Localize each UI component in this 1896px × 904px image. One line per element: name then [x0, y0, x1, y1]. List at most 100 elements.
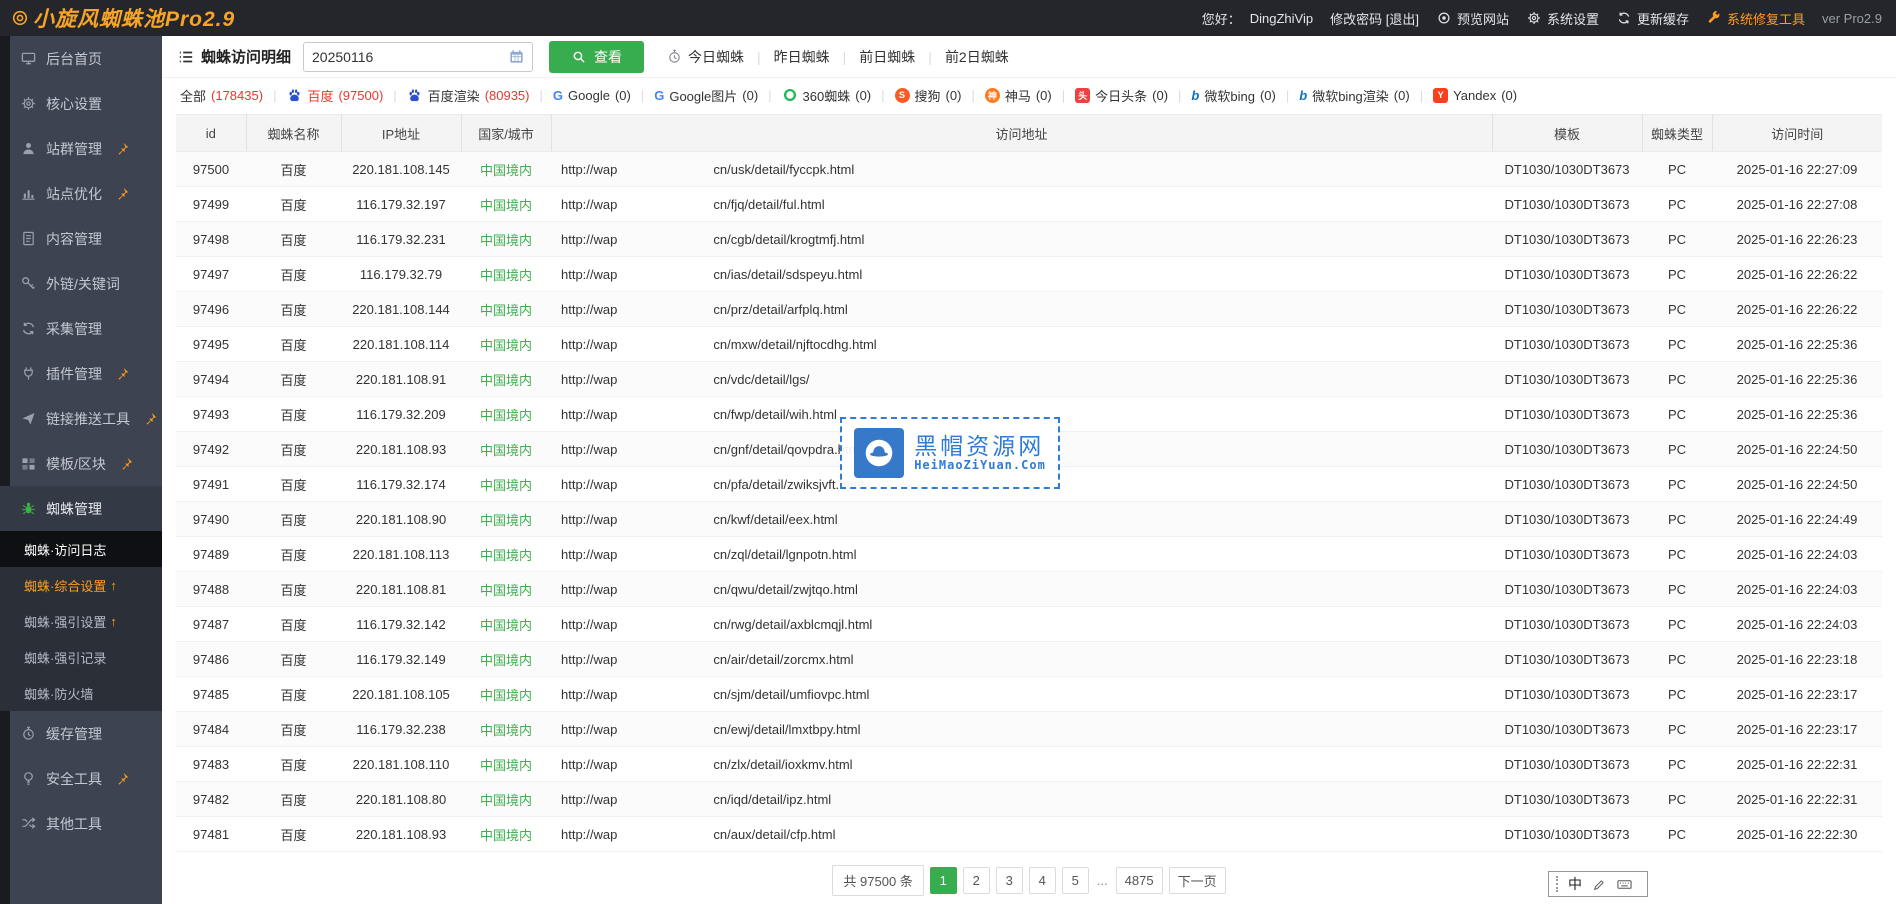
cell-region: 中国境内: [461, 257, 551, 292]
filter-tab-all[interactable]: 全部(178435): [180, 86, 263, 105]
sidebar-item-cache[interactable]: 缓存管理: [0, 711, 162, 756]
sidebar-item-link-push[interactable]: 链接推送工具: [0, 396, 162, 441]
cell-spider-name: 百度: [246, 537, 341, 572]
sidebar-item-core-settings[interactable]: 核心设置: [0, 81, 162, 126]
divider: |: [273, 88, 276, 103]
cell-spider-type: PC: [1642, 292, 1712, 327]
submenu-item-general-settings[interactable]: 蜘蛛·综合设置↑: [0, 567, 162, 603]
preview-site-link[interactable]: 预览网站: [1436, 9, 1509, 28]
link-today-spiders[interactable]: 今日蜘蛛: [666, 47, 744, 67]
sidebar-item-plugins[interactable]: 插件管理: [0, 351, 162, 396]
cell-template: DT1030/1030DT3673: [1492, 222, 1642, 257]
cell-ip: 116.179.32.142: [341, 607, 461, 642]
sidebar-item-other-tools[interactable]: 其他工具: [0, 801, 162, 846]
cell-spider-name: 百度: [246, 502, 341, 537]
filter-tab-bing-render[interactable]: b 微软bing渲染(0): [1299, 86, 1409, 105]
submenu-item-firewall[interactable]: 蜘蛛·防火墙: [0, 675, 162, 711]
submenu-item-force-pull-settings[interactable]: 蜘蛛·强引设置↑: [0, 603, 162, 639]
filter-tab-bing[interactable]: b 微软bing(0): [1191, 86, 1275, 105]
cell-visit-time: 2025-01-16 22:23:18: [1712, 642, 1882, 677]
repair-tool-link[interactable]: 系统修复工具: [1706, 9, 1805, 28]
cell-region: 中国境内: [461, 782, 551, 817]
filter-tab-yandex[interactable]: Y Yandex(0): [1433, 88, 1517, 103]
cell-template: DT1030/1030DT3673: [1492, 397, 1642, 432]
cell-spider-name: 百度: [246, 642, 341, 677]
cell-template: DT1030/1030DT3673: [1492, 292, 1642, 327]
cell-url: http://wapcn/fjq/detail/ful.html: [551, 187, 1492, 222]
table-row: 97486 百度 116.179.32.149 中国境内 http://wapc…: [176, 642, 1882, 677]
update-cache-link[interactable]: 更新缓存: [1616, 9, 1689, 28]
divider: |: [768, 88, 771, 103]
filter-tab-baidu[interactable]: 百度(97500): [286, 86, 383, 105]
submenu-item-force-pull-records[interactable]: 蜘蛛·强引记录: [0, 639, 162, 675]
link-yesterday-spiders[interactable]: 昨日蜘蛛: [774, 47, 830, 67]
sidebar-item-security[interactable]: 安全工具: [0, 756, 162, 801]
filter-tab-google-images[interactable]: G Google图片(0): [654, 86, 758, 105]
filter-tab-360[interactable]: 360蜘蛛(0): [782, 86, 872, 105]
cell-spider-type: PC: [1642, 817, 1712, 852]
keyboard-icon[interactable]: [1616, 876, 1632, 892]
page-button-5[interactable]: 5: [1062, 867, 1089, 894]
pin-icon: [144, 412, 157, 425]
filter-tab-shenma[interactable]: 神 神马(0): [985, 86, 1052, 105]
col-id: id: [176, 115, 246, 152]
cell-id: 97490: [176, 502, 246, 537]
cell-id: 97495: [176, 327, 246, 362]
baidu-paw-icon: [407, 87, 423, 103]
cell-template: DT1030/1030DT3673: [1492, 572, 1642, 607]
page-button-4[interactable]: 4: [1029, 867, 1056, 894]
ime-language-toggle[interactable]: 中: [1568, 874, 1582, 894]
table-row: 97488 百度 220.181.108.81 中国境内 http://wapc…: [176, 572, 1882, 607]
date-field[interactable]: [312, 49, 508, 65]
cell-visit-time: 2025-01-16 22:25:36: [1712, 362, 1882, 397]
cell-ip: 116.179.32.79: [341, 257, 461, 292]
filter-tab-google[interactable]: G Google(0): [553, 88, 631, 103]
cell-id: 97488: [176, 572, 246, 607]
filter-tab-baidu-render[interactable]: 百度渲染(80935): [407, 86, 530, 105]
sidebar-item-backlinks[interactable]: 外链/关键词: [0, 261, 162, 306]
cell-visit-time: 2025-01-16 22:25:36: [1712, 327, 1882, 362]
link-two-days-before-spiders[interactable]: 前2日蜘蛛: [945, 47, 1009, 67]
system-settings-link[interactable]: 系统设置: [1526, 9, 1599, 28]
page-button-1[interactable]: 1: [930, 867, 957, 894]
date-input[interactable]: [303, 42, 533, 72]
username: DingZhiVip: [1250, 11, 1313, 26]
stopwatch-icon: [20, 726, 36, 742]
sidebar-item-templates[interactable]: 模板/区块: [0, 441, 162, 486]
page-button-3[interactable]: 3: [996, 867, 1023, 894]
cell-ip: 220.181.108.93: [341, 817, 461, 852]
bar-chart-icon: [20, 186, 36, 202]
calendar-icon[interactable]: [508, 49, 524, 65]
sidebar-item-site-group[interactable]: 站群管理: [0, 126, 162, 171]
cell-ip: 116.179.32.238: [341, 712, 461, 747]
page-button-2[interactable]: 2: [963, 867, 990, 894]
change-password-link[interactable]: 修改密码 [退出]: [1330, 9, 1419, 28]
ime-toolbar[interactable]: 中: [1548, 871, 1648, 897]
drag-handle[interactable]: [1556, 876, 1559, 892]
cell-url: http://wapcn/sjm/detail/umfiovpc.html: [551, 677, 1492, 712]
sidebar-item-collection[interactable]: 采集管理: [0, 306, 162, 351]
sidebar-item-dashboard[interactable]: 后台首页: [0, 36, 162, 81]
sidebar-item-spider-manage[interactable]: 蜘蛛管理: [0, 486, 162, 531]
cell-id: 97489: [176, 537, 246, 572]
cell-spider-name: 百度: [246, 572, 341, 607]
filter-tab-sogou[interactable]: S 搜狗(0): [895, 86, 962, 105]
cell-template: DT1030/1030DT3673: [1492, 362, 1642, 397]
yandex-icon: Y: [1433, 88, 1448, 103]
filter-tab-toutiao[interactable]: 头 今日头条(0): [1075, 86, 1168, 105]
next-page-button[interactable]: 下一页: [1169, 867, 1226, 894]
cell-region: 中国境内: [461, 432, 551, 467]
sidebar-item-site-optimize[interactable]: 站点优化: [0, 171, 162, 216]
pin-icon: [120, 457, 133, 470]
page-button-last[interactable]: 4875: [1116, 867, 1163, 894]
cell-spider-type: PC: [1642, 432, 1712, 467]
view-button[interactable]: 查看: [549, 41, 644, 73]
pin-icon: [116, 187, 129, 200]
link-day-before-spiders[interactable]: 前日蜘蛛: [859, 47, 915, 67]
pen-icon[interactable]: [1591, 876, 1607, 892]
submenu-item-visit-log[interactable]: 蜘蛛·访问日志: [0, 531, 162, 567]
ellipsis: ...: [1097, 873, 1108, 888]
sidebar-item-content[interactable]: 内容管理: [0, 216, 162, 261]
watermark-title: 黑帽资源网: [914, 433, 1046, 459]
wrench-icon: [1706, 10, 1722, 26]
